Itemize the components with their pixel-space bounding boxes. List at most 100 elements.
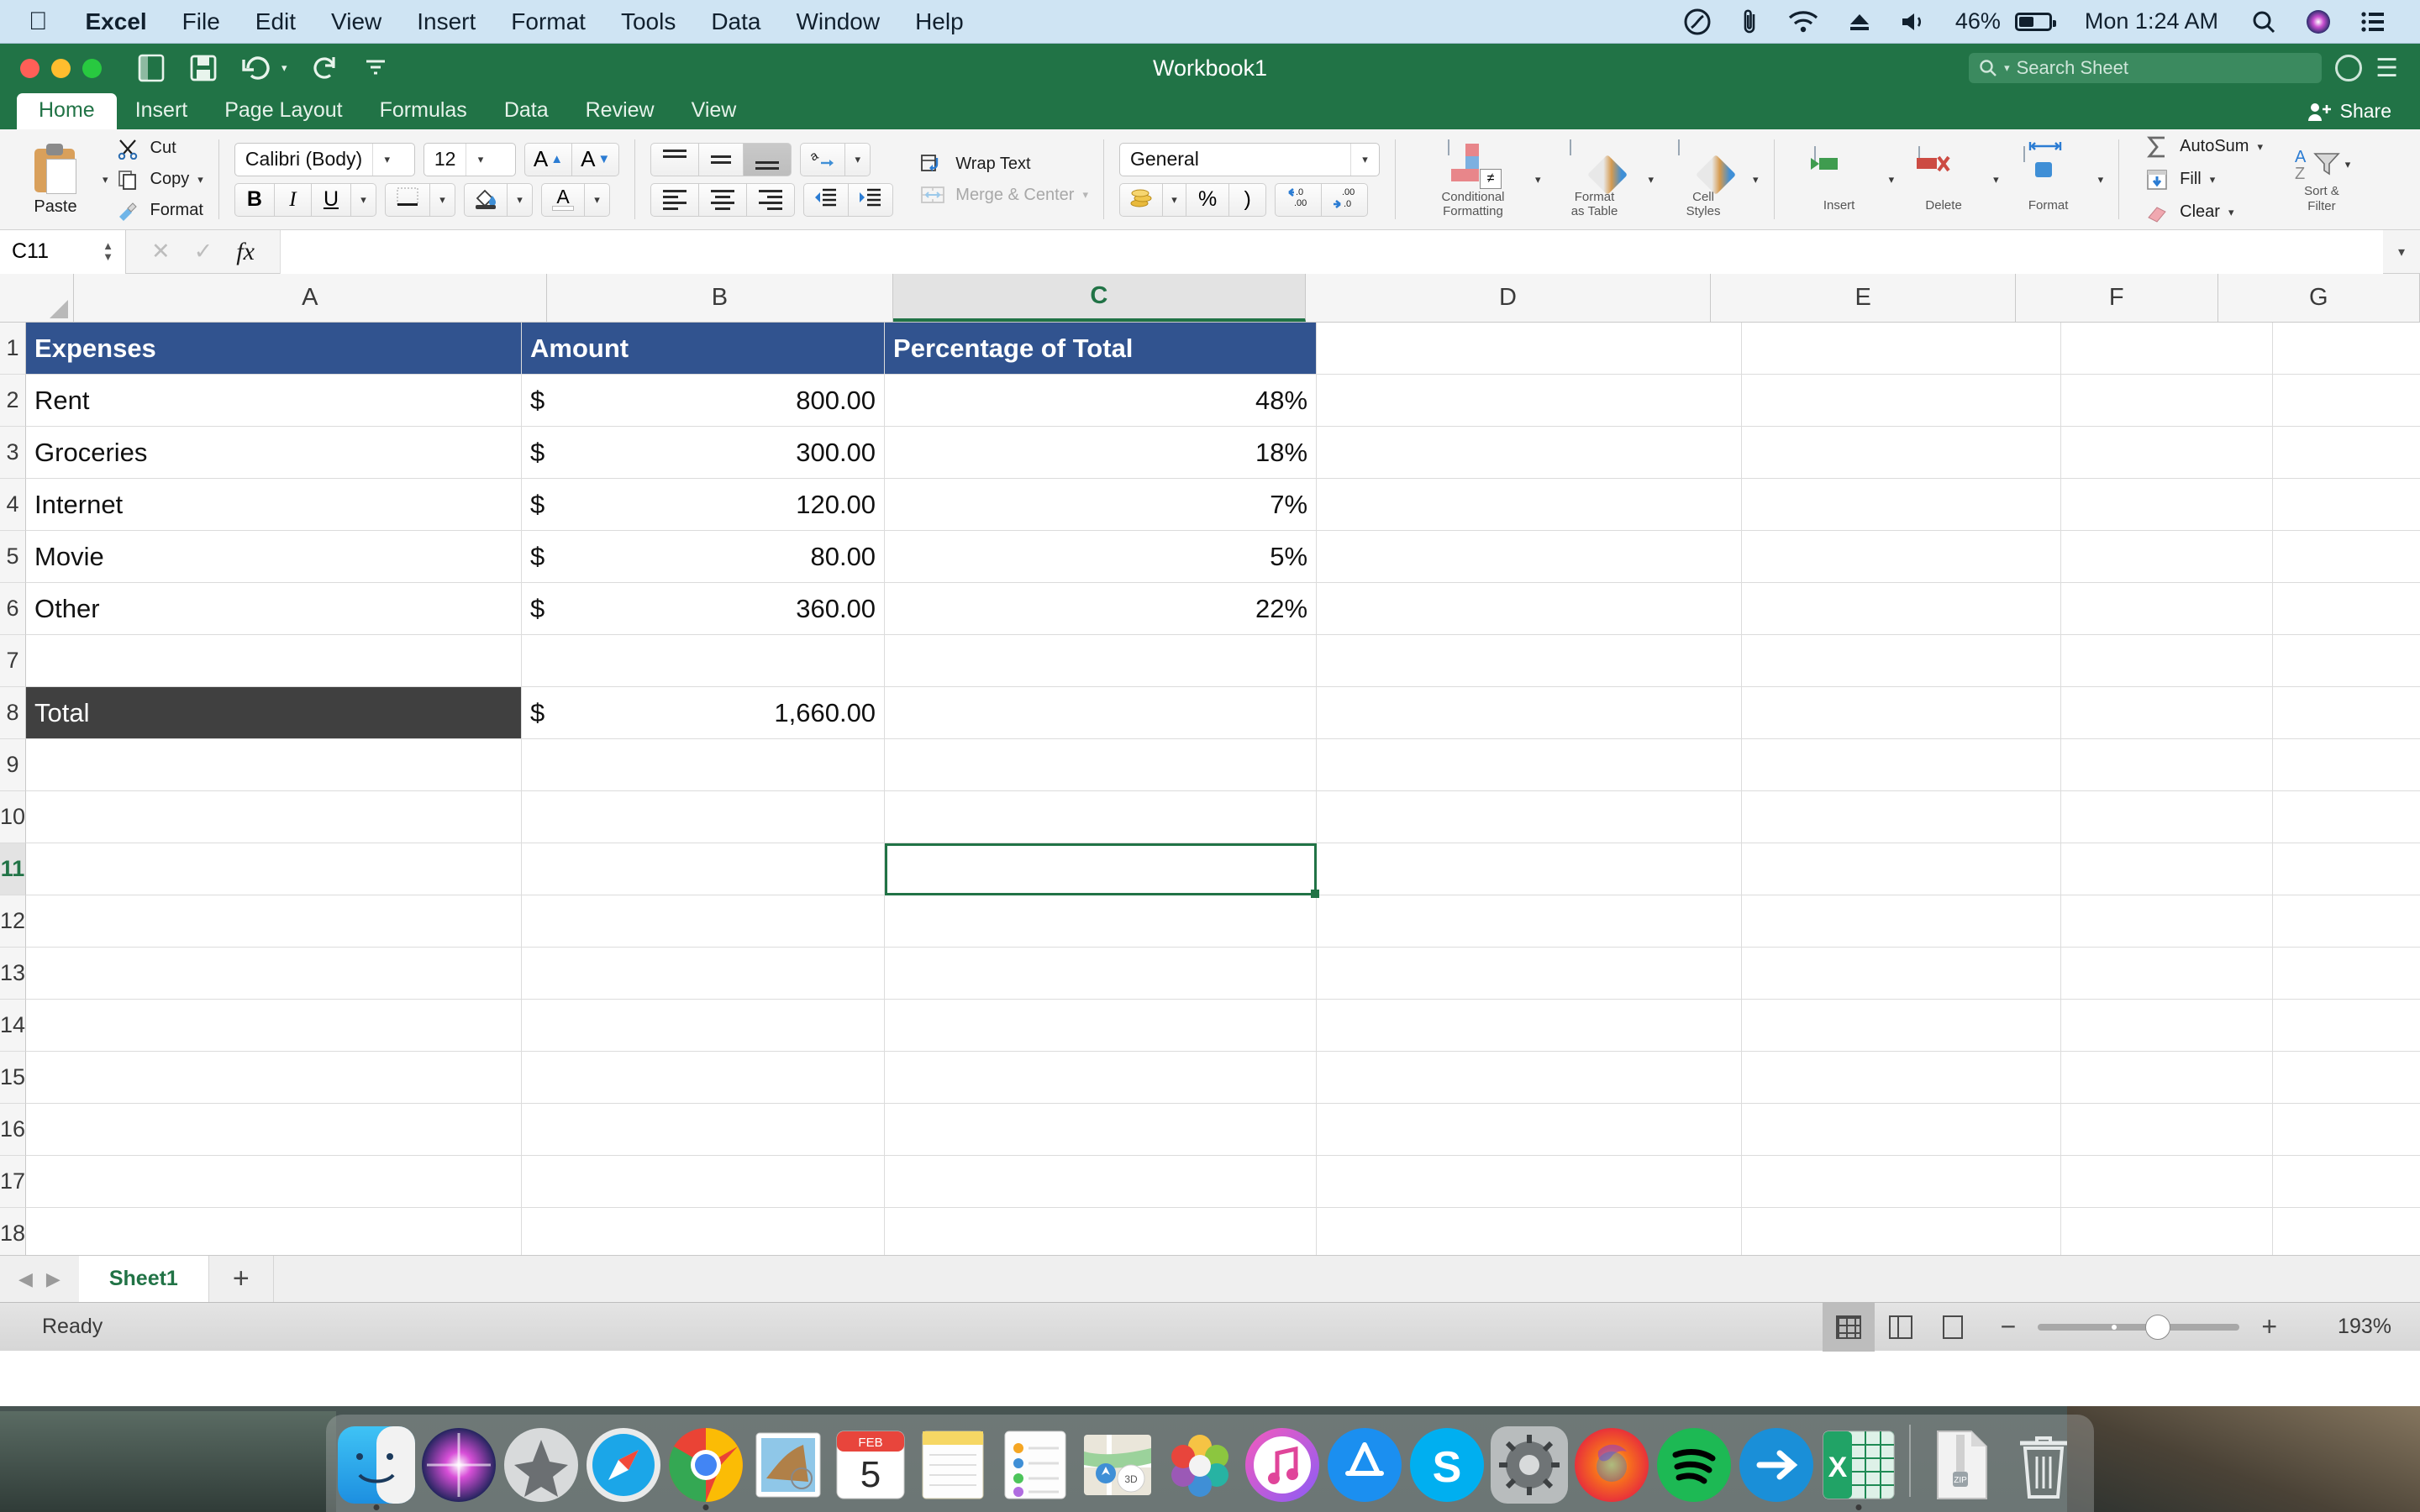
cell-G9[interactable] <box>2273 739 2420 791</box>
dock-item-finder[interactable] <box>338 1426 415 1510</box>
cell-A7[interactable] <box>26 635 523 687</box>
tab-data[interactable]: Data <box>486 93 567 129</box>
cell-A8[interactable]: Total <box>26 687 523 739</box>
cell-E9[interactable] <box>1742 739 2062 791</box>
tab-insert[interactable]: Insert <box>117 93 207 129</box>
cell-C6[interactable]: 22% <box>885 583 1318 635</box>
dock-item-maps[interactable]: 3D <box>1079 1426 1156 1504</box>
cell-D15[interactable] <box>1317 1052 1743 1104</box>
copy-dropdown-icon[interactable]: ▾ <box>197 173 203 186</box>
menu-item-file[interactable]: File <box>165 8 238 35</box>
orientation-dropdown-icon[interactable]: ▾ <box>845 142 871 176</box>
column-header-e[interactable]: E <box>1711 274 2017 322</box>
cell-C4[interactable]: 7% <box>885 479 1318 531</box>
cell-C12[interactable] <box>885 895 1318 948</box>
increase-decimal-button[interactable]: .0.00 <box>1275 182 1323 217</box>
dock-item-notes[interactable] <box>914 1426 992 1504</box>
dock-item-calendar[interactable]: FEB 5 <box>832 1426 909 1504</box>
cell-B11[interactable] <box>522 843 886 895</box>
menu-item-edit[interactable]: Edit <box>238 8 313 35</box>
format-as-table-button[interactable]: Format as Table <box>1541 139 1649 219</box>
menu-item-excel[interactable]: Excel <box>68 8 165 35</box>
menu-item-view[interactable]: View <box>313 8 399 35</box>
save-icon[interactable] <box>177 54 229 82</box>
row-header-12[interactable]: 12 <box>0 895 27 948</box>
font-color-button[interactable]: A <box>541 182 585 217</box>
cell-F13[interactable] <box>2061 948 2274 1000</box>
cell-A15[interactable] <box>26 1052 523 1104</box>
cell-E8[interactable] <box>1742 687 2062 739</box>
cell-E10[interactable] <box>1742 791 2062 843</box>
font-color-dropdown-icon[interactable]: ▾ <box>585 182 610 217</box>
customize-toolbar-icon[interactable] <box>351 55 400 81</box>
cell-D16[interactable] <box>1317 1104 1743 1156</box>
zoom-in-button[interactable]: + <box>2239 1311 2299 1342</box>
cell-F4[interactable] <box>2061 479 2274 531</box>
copy-button[interactable]: Copy ▾ <box>113 167 203 192</box>
wrap-text-button[interactable]: Wrap Text <box>918 151 1088 176</box>
cell-E18[interactable] <box>1742 1208 2062 1255</box>
cell-G13[interactable] <box>2273 948 2420 1000</box>
cell-A6[interactable]: Other <box>26 583 523 635</box>
dropbox-icon[interactable] <box>1669 0 1726 44</box>
row-header-18[interactable]: 18 <box>0 1208 27 1255</box>
cell-D3[interactable] <box>1317 427 1743 479</box>
cell-B10[interactable] <box>522 791 886 843</box>
cell-G17[interactable] <box>2273 1156 2420 1208</box>
undo-icon[interactable]: ▾ <box>229 55 299 81</box>
cell-A3[interactable]: Groceries <box>26 427 523 479</box>
cell-F1[interactable] <box>2061 323 2274 375</box>
cell-B6[interactable]: $360.00 <box>522 583 886 635</box>
cell-D17[interactable] <box>1317 1156 1743 1208</box>
cell-D8[interactable] <box>1317 687 1743 739</box>
italic-button[interactable]: I <box>274 182 312 217</box>
cell-B8[interactable]: $1,660.00 <box>522 687 886 739</box>
row-header-15[interactable]: 15 <box>0 1052 27 1104</box>
borders-dropdown-icon[interactable]: ▾ <box>430 182 455 217</box>
decrease-decimal-button[interactable]: .00.0 <box>1322 182 1369 217</box>
formula-input[interactable] <box>279 229 2383 274</box>
cell-B16[interactable] <box>522 1104 886 1156</box>
menu-item-window[interactable]: Window <box>778 8 897 35</box>
cell-C7[interactable] <box>885 635 1318 687</box>
next-sheet-icon[interactable]: ▶ <box>46 1268 60 1290</box>
cell-E4[interactable] <box>1742 479 2062 531</box>
bold-button[interactable]: B <box>234 182 275 217</box>
clear-dropdown-icon[interactable]: ▾ <box>2228 206 2234 219</box>
cell-F17[interactable] <box>2061 1156 2274 1208</box>
cell-A14[interactable] <box>26 1000 523 1052</box>
menu-bar-clock[interactable]: Mon 1:24 AM <box>2066 8 2237 34</box>
cell-G16[interactable] <box>2273 1104 2420 1156</box>
align-right-button[interactable] <box>747 182 796 217</box>
dock-item-siri[interactable] <box>420 1426 497 1504</box>
cell-E13[interactable] <box>1742 948 2062 1000</box>
cell-C9[interactable] <box>885 739 1318 791</box>
fill-button[interactable]: Fill ▾ <box>2143 167 2263 192</box>
underline-dropdown-icon[interactable]: ▾ <box>351 182 376 217</box>
row-header-6[interactable]: 6 <box>0 583 27 635</box>
cell-A12[interactable] <box>26 895 523 948</box>
cell-E12[interactable] <box>1742 895 2062 948</box>
cell-styles-dropdown-icon[interactable]: ▾ <box>1753 173 1759 186</box>
cell-G15[interactable] <box>2273 1052 2420 1104</box>
cell-E17[interactable] <box>1742 1156 2062 1208</box>
cell-F14[interactable] <box>2061 1000 2274 1052</box>
zoom-window-button[interactable] <box>82 58 102 78</box>
row-header-8[interactable]: 8 <box>0 687 27 739</box>
format-painter-button[interactable]: Format <box>113 198 203 223</box>
cell-B4[interactable]: $120.00 <box>522 479 886 531</box>
cell-D14[interactable] <box>1317 1000 1743 1052</box>
add-sheet-button[interactable]: + <box>209 1256 274 1302</box>
autosum-button[interactable]: AutoSum ▾ <box>2143 134 2263 160</box>
row-header-9[interactable]: 9 <box>0 739 27 791</box>
page-break-view-icon[interactable] <box>1927 1303 1979 1352</box>
dock-item-photos[interactable] <box>1161 1426 1239 1504</box>
cell-F12[interactable] <box>2061 895 2274 948</box>
cell-G8[interactable] <box>2273 687 2420 739</box>
dock-item-chrome[interactable] <box>667 1426 744 1510</box>
cell-A2[interactable]: Rent <box>26 375 523 427</box>
borders-button[interactable] <box>385 182 430 217</box>
apple-icon[interactable]:  <box>29 8 48 34</box>
menu-item-insert[interactable]: Insert <box>399 8 493 35</box>
cell-A17[interactable] <box>26 1156 523 1208</box>
